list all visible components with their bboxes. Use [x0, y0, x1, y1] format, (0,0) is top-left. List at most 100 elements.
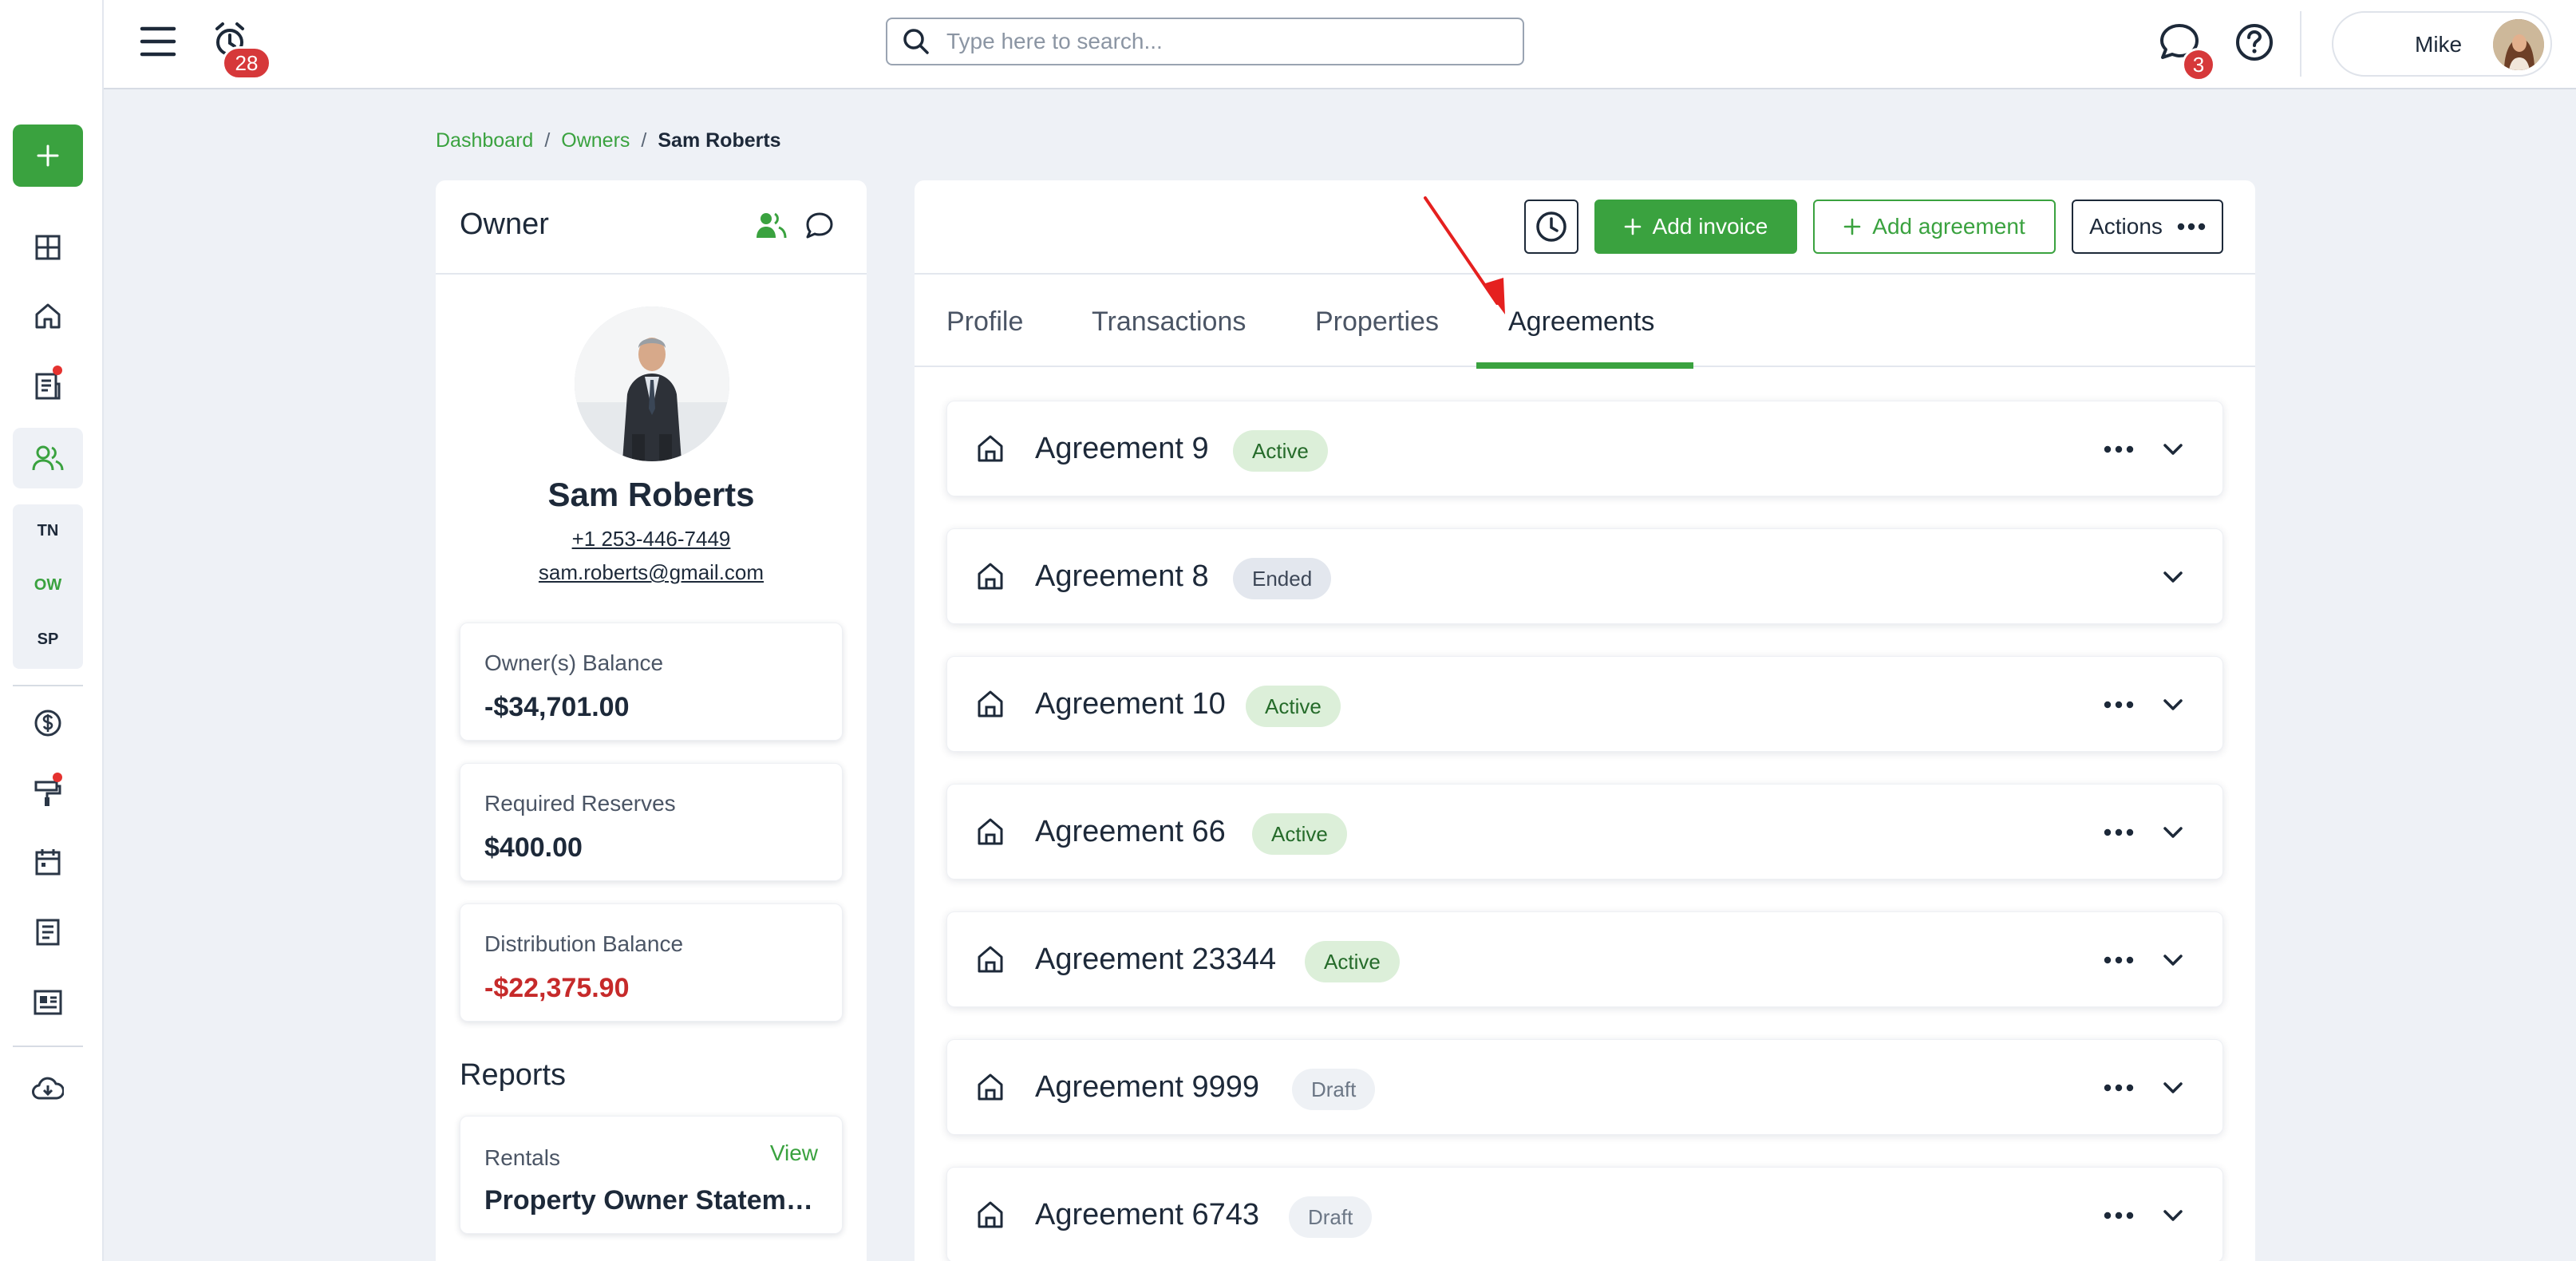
- chevron-down-icon[interactable]: [2160, 947, 2186, 973]
- tab-agreements[interactable]: Agreements: [1508, 306, 1654, 338]
- more-horizontal-icon[interactable]: [2103, 438, 2135, 461]
- plus-icon: [37, 144, 59, 167]
- rail-people[interactable]: [13, 428, 83, 488]
- actions-menu-button[interactable]: Actions: [2072, 200, 2223, 254]
- newspaper-icon: [34, 990, 62, 1015]
- plus-icon: [1624, 218, 1641, 235]
- dollar-icon: [34, 710, 61, 737]
- more-horizontal-icon[interactable]: [2103, 821, 2135, 844]
- tab-transactions[interactable]: Transactions: [1092, 306, 1246, 338]
- stat-label: Owner(s) Balance: [484, 650, 664, 675]
- top-bar: 28 3 Mike: [104, 0, 2576, 89]
- add-invoice-button[interactable]: Add invoice: [1594, 200, 1797, 254]
- rail-communications[interactable]: [13, 972, 83, 1033]
- rail-reports[interactable]: [13, 902, 83, 963]
- chevron-down-icon[interactable]: [2160, 564, 2186, 590]
- stat-value: -$34,701.00: [484, 692, 630, 722]
- breadcrumb-owners[interactable]: Owners: [561, 129, 630, 152]
- chevron-down-icon[interactable]: [2160, 1075, 2186, 1101]
- tab-bar: Profile Transactions Properties Agreemen…: [915, 275, 2255, 369]
- tab-profile[interactable]: Profile: [946, 306, 1023, 338]
- stat-label: Required Reserves: [484, 791, 676, 816]
- notification-dot: [53, 773, 62, 782]
- help-circle-icon: [2236, 24, 2273, 61]
- notifications-badge: 28: [222, 46, 271, 80]
- agreement-row[interactable]: Agreement 66 Active: [946, 784, 2223, 880]
- agreement-row[interactable]: Agreement 6743 Draft: [946, 1167, 2223, 1261]
- subnav-tenants[interactable]: TN: [13, 522, 83, 540]
- hamburger-icon: [140, 26, 176, 57]
- owner-message-button[interactable]: [804, 211, 835, 241]
- agreement-row[interactable]: Agreement 23344 Active: [946, 911, 2223, 1007]
- agreement-row[interactable]: Agreement 10 Active: [946, 656, 2223, 752]
- create-new-button[interactable]: [13, 125, 83, 187]
- owner-email-link[interactable]: sam.roberts@gmail.com: [436, 560, 867, 585]
- tab-properties[interactable]: Properties: [1315, 306, 1439, 338]
- rail-dashboard[interactable]: [13, 217, 83, 278]
- history-button[interactable]: [1524, 200, 1578, 254]
- owner-portal-button[interactable]: [755, 211, 787, 241]
- menu-toggle-button[interactable]: [139, 24, 177, 59]
- house-icon: [978, 435, 1003, 462]
- rail-divider: [13, 685, 83, 686]
- users-icon: [32, 445, 64, 471]
- house-icon: [978, 690, 1003, 717]
- user-name: Mike: [2415, 32, 2463, 57]
- users-icon: [757, 212, 787, 239]
- house-icon: [978, 1073, 1003, 1101]
- distribution-balance-card: Distribution Balance -$22,375.90: [460, 903, 843, 1022]
- agreement-row[interactable]: Agreement 8 Ended: [946, 528, 2223, 624]
- clock-icon: [1536, 211, 1567, 242]
- house-icon: [978, 946, 1003, 973]
- add-agreement-button[interactable]: Add agreement: [1813, 200, 2056, 254]
- cloud-download-icon: [32, 1077, 64, 1100]
- stat-value: -$22,375.90: [484, 973, 630, 1003]
- plus-icon: [1843, 218, 1861, 235]
- breadcrumb-dashboard[interactable]: Dashboard: [436, 129, 533, 152]
- stat-value: $400.00: [484, 832, 583, 863]
- agreement-title: Agreement 6743: [1035, 1198, 1259, 1231]
- people-subnav: TN OW SP: [13, 504, 83, 669]
- rail-calendar[interactable]: [13, 832, 83, 892]
- required-reserves-card: Required Reserves $400.00: [460, 763, 843, 881]
- agreement-row[interactable]: Agreement 9 Active: [946, 401, 2223, 496]
- report-view-link[interactable]: View: [770, 1140, 818, 1166]
- chevron-down-icon[interactable]: [2160, 820, 2186, 845]
- house-icon: [978, 563, 1003, 590]
- more-horizontal-icon[interactable]: [2103, 1204, 2135, 1227]
- rail-accounting[interactable]: [13, 693, 83, 753]
- more-horizontal-icon[interactable]: [2103, 694, 2135, 716]
- messages-badge: 3: [2182, 48, 2215, 81]
- rail-leasing[interactable]: [13, 356, 83, 417]
- add-agreement-label: Add agreement: [1872, 214, 2025, 239]
- owner-phone-link[interactable]: +1 253-446-7449: [436, 527, 867, 551]
- report-card[interactable]: Rentals View Property Owner Statement: [460, 1116, 843, 1234]
- rail-properties[interactable]: [13, 286, 83, 346]
- grid-icon: [35, 235, 61, 260]
- subnav-owners[interactable]: OW: [13, 576, 83, 595]
- status-badge: Draft: [1289, 1196, 1373, 1238]
- chat-bubble-icon: [806, 212, 833, 239]
- agreement-title: Agreement 23344: [1035, 943, 1277, 976]
- agreement-title: Agreement 10: [1035, 687, 1226, 721]
- user-menu[interactable]: Mike: [2332, 11, 2552, 77]
- more-horizontal-icon[interactable]: [2103, 949, 2135, 971]
- agreement-row[interactable]: Agreement 9999 Draft: [946, 1039, 2223, 1135]
- rail-maintenance[interactable]: [13, 763, 83, 824]
- status-badge: Draft: [1292, 1069, 1376, 1110]
- chevron-down-icon[interactable]: [2160, 692, 2186, 717]
- paint-roller-icon: [34, 781, 61, 806]
- chevron-down-icon[interactable]: [2160, 1203, 2186, 1228]
- search-box[interactable]: [886, 18, 1524, 65]
- subnav-service-pros[interactable]: SP: [13, 630, 83, 649]
- left-rail: TN OW SP: [0, 0, 104, 1261]
- topbar-divider: [2300, 11, 2301, 77]
- search-input[interactable]: [946, 29, 1489, 54]
- avatar: [2493, 19, 2544, 70]
- chevron-down-icon[interactable]: [2160, 437, 2186, 462]
- owner-card-title: Owner: [460, 208, 549, 241]
- agreement-title: Agreement 9: [1035, 432, 1209, 465]
- more-horizontal-icon[interactable]: [2103, 1077, 2135, 1099]
- rail-downloads[interactable]: [13, 1058, 83, 1119]
- help-button[interactable]: [2233, 21, 2278, 65]
